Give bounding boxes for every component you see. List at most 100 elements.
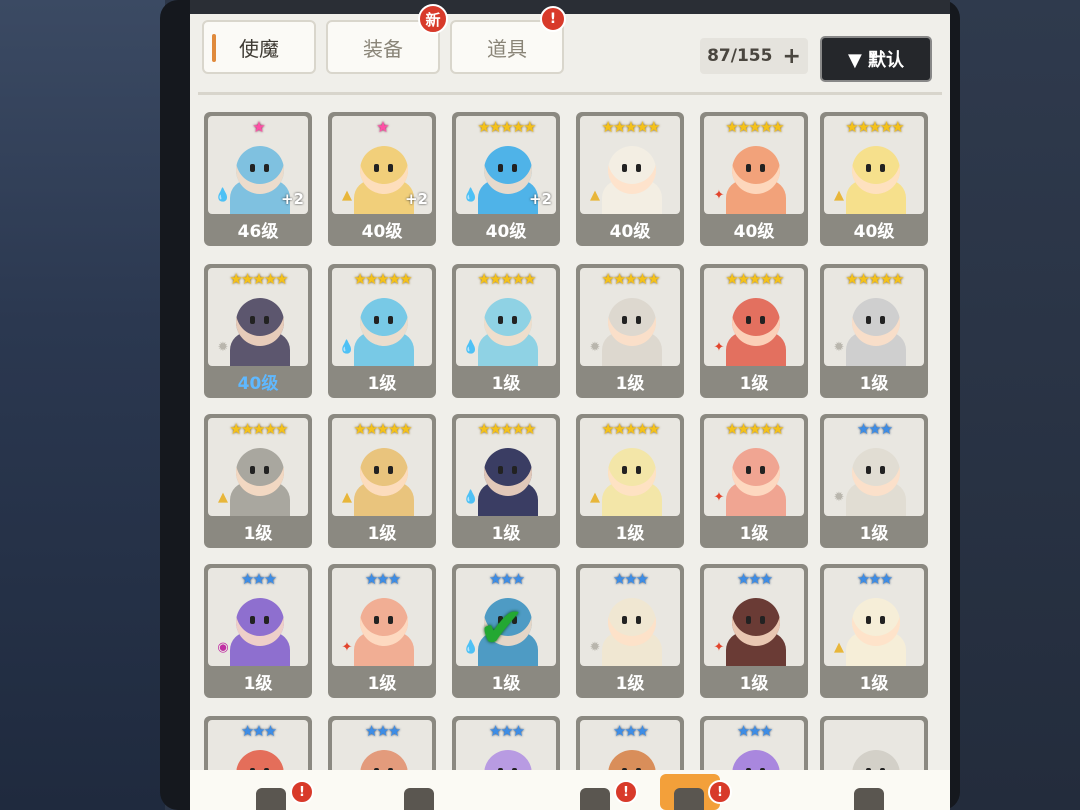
enhance-level: +2 — [528, 190, 552, 208]
familiar-card[interactable]: ★★★ ✹ 1级 — [576, 564, 684, 698]
star-rating: ★★★ — [488, 570, 525, 588]
familiar-card[interactable]: ★★★★★ 💧 1级 — [452, 414, 560, 548]
familiar-card[interactable]: ★★★★★ ✦ 40级 — [700, 112, 808, 246]
familiar-eye — [374, 466, 379, 474]
familiar-eye — [512, 164, 517, 172]
familiar-head — [360, 298, 408, 346]
star-rating: ★★★★★ — [845, 118, 904, 136]
tab-items[interactable]: 道具 ! — [450, 6, 566, 74]
familiar-card[interactable]: ★★★ ▲ 1级 — [820, 564, 928, 698]
familiar-eye — [880, 466, 885, 474]
familiar-level: 1级 — [859, 374, 889, 394]
familiar-eye — [250, 164, 255, 172]
familiar-card[interactable]: ★★★ ✦ 1级 — [328, 564, 436, 698]
star-rating: ★★★ — [612, 570, 649, 588]
familiar-card[interactable]: ★★★★★ ✹ 1级 — [820, 264, 928, 398]
familiar-eye — [264, 316, 269, 324]
familiar-level: 1级 — [367, 524, 397, 544]
familiar-card[interactable]: ★★★★★ 💧 +2 40级 — [452, 112, 560, 246]
familiar-card[interactable]: ★★★★★ ✦ 1级 — [700, 414, 808, 548]
familiar-eye — [388, 316, 393, 324]
familiar-card[interactable]: ★★★ ✦ 1级 — [700, 564, 808, 698]
familiar-head — [236, 598, 284, 646]
familiar-card[interactable]: ★★★★★ ▲ 1级 — [576, 414, 684, 548]
familiar-eye — [264, 616, 269, 624]
add-slot-button[interactable]: + — [782, 44, 800, 69]
treasure-nav-button[interactable]: ! — [660, 774, 732, 810]
familiar-head — [732, 298, 780, 346]
star-rating: ★★★★★ — [725, 270, 784, 288]
star-rating: ★★★ — [736, 570, 773, 588]
familiar-level: 40级 — [485, 222, 527, 242]
star-rating: ★★★★★ — [229, 420, 288, 438]
fire-element-icon: ✦ — [341, 639, 353, 655]
shield-nav-button[interactable] — [840, 774, 900, 810]
familiar-head — [484, 146, 532, 194]
familiar-level: 1级 — [615, 374, 645, 394]
familiar-card[interactable]: ★★★★★ ▲ 40级 — [576, 112, 684, 246]
selected-check-icon: ✔ — [478, 596, 525, 661]
water-element-icon: 💧 — [462, 187, 480, 203]
familiar-card[interactable]: ★★★★★ ✹ 40级 — [204, 264, 312, 398]
familiar-eye — [512, 316, 517, 324]
tab-equipment[interactable]: 装备 新 — [326, 4, 448, 74]
sword-nav-button[interactable] — [390, 774, 450, 810]
familiar-eye — [264, 466, 269, 474]
familiar-card[interactable]: ★★★ 💧 ✔ 1级 — [452, 564, 560, 698]
familiar-portrait: ★★★ 💧 ✔ — [456, 568, 556, 666]
familiar-card[interactable]: ★★★★★ ▲ 1级 — [328, 414, 436, 548]
alert-badge: ! — [614, 780, 638, 804]
familiar-card[interactable]: ★ ▲ +2 40级 — [328, 112, 436, 246]
familiar-head — [732, 598, 780, 646]
familiar-card[interactable]: ★★★★★ ▲ 40级 — [820, 112, 928, 246]
star-rating: ★★★★★ — [845, 270, 904, 288]
familiar-eye — [636, 164, 641, 172]
familiar-portrait: ★★★★★ ▲ — [332, 418, 432, 516]
light-element-icon: ✹ — [589, 639, 601, 655]
familiar-card[interactable]: ★★★★★ 💧 1级 — [328, 264, 436, 398]
earth-element-icon: ▲ — [590, 489, 600, 505]
familiar-card[interactable]: ★★★★★ ✦ 1级 — [700, 264, 808, 398]
flag-nav-button[interactable]: ! — [566, 774, 638, 810]
familiar-card[interactable]: ★★★ ◉ 1级 — [204, 564, 312, 698]
familiar-head — [236, 448, 284, 496]
familiar-portrait: ★★★★★ 💧 — [456, 418, 556, 516]
familiar-portrait: ★★★★★ ✹ — [580, 268, 680, 366]
familiar-card[interactable]: ★★★ ✹ 1级 — [820, 414, 928, 548]
earth-element-icon: ▲ — [834, 187, 844, 203]
familiar-level: 1级 — [859, 524, 889, 544]
familiar-eye — [622, 164, 627, 172]
familiar-level: 40级 — [853, 222, 895, 242]
enhance-level: +2 — [280, 190, 304, 208]
familiar-level: 1级 — [615, 674, 645, 694]
familiar-card[interactable]: ★ 💧 +2 46级 — [204, 112, 312, 246]
active-tab-indicator — [212, 34, 216, 62]
familiar-eye — [760, 164, 765, 172]
familiar-card[interactable]: ★★★★★ ▲ 1级 — [204, 414, 312, 548]
familiar-portrait: ★ 💧 +2 — [208, 116, 308, 214]
earth-element-icon: ▲ — [342, 489, 352, 505]
familiar-level: 1级 — [491, 374, 521, 394]
fire-element-icon: ✦ — [713, 489, 725, 505]
familiar-eye — [250, 616, 255, 624]
familiar-eye — [760, 316, 765, 324]
familiar-eye — [760, 466, 765, 474]
familiar-eye — [746, 164, 751, 172]
water-element-icon: 💧 — [462, 339, 480, 355]
enhance-level: +2 — [404, 190, 428, 208]
familiar-card[interactable]: ★★★★★ ✹ 1级 — [576, 264, 684, 398]
familiar-card[interactable]: ★★★★★ 💧 1级 — [452, 264, 560, 398]
familiar-eye — [866, 616, 871, 624]
familiar-portrait: ★★★★★ ▲ — [824, 116, 924, 214]
tab-familiars-label: 使魔 — [239, 36, 279, 61]
familiar-level: 40级 — [733, 222, 775, 242]
familiar-level: 40级 — [237, 374, 279, 394]
familiar-portrait: ★★★★★ ▲ — [580, 418, 680, 516]
star-rating: ★★★ — [488, 722, 525, 740]
sort-dropdown[interactable]: ▼ 默认 — [820, 36, 932, 82]
tab-familiars[interactable]: 使魔 — [202, 20, 316, 74]
castle-nav-button[interactable]: ! — [242, 774, 314, 810]
familiar-eye — [498, 466, 503, 474]
sword-icon — [404, 788, 434, 810]
familiar-head — [608, 448, 656, 496]
